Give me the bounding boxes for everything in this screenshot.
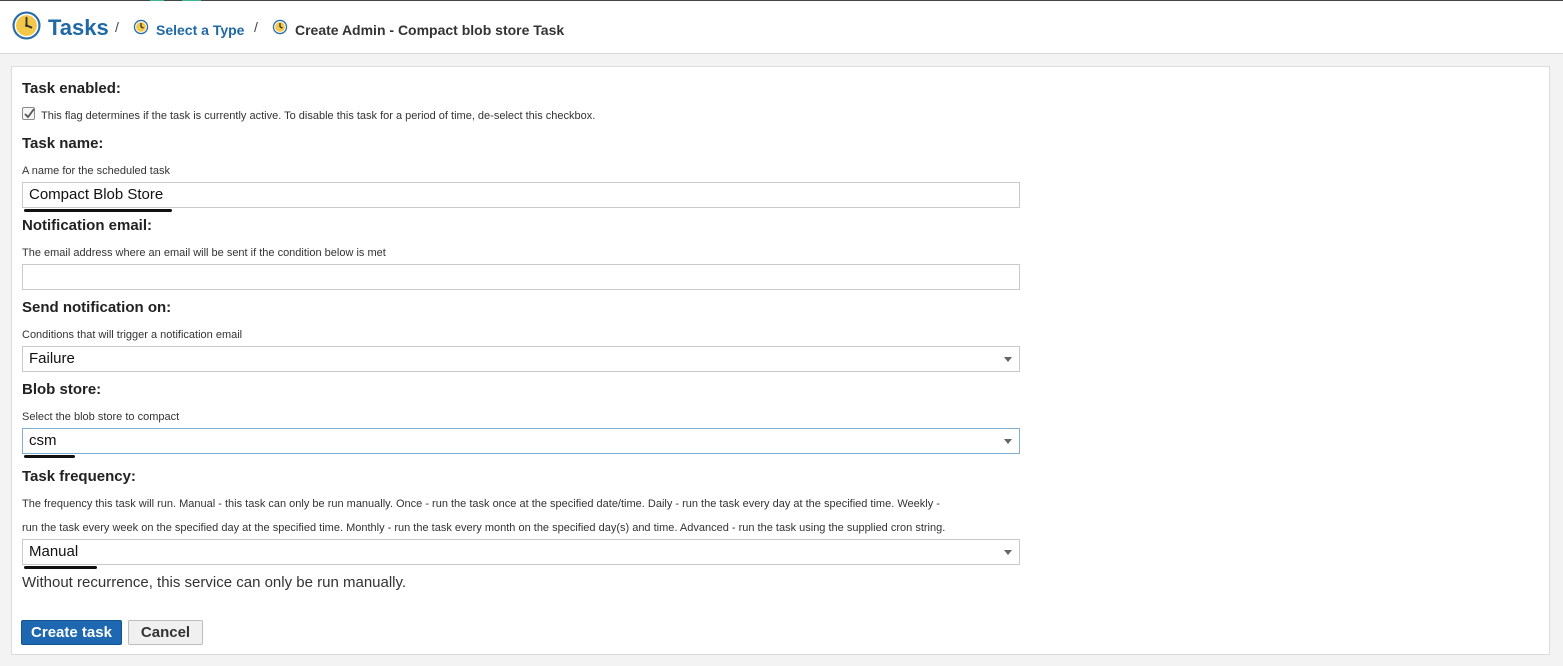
- notification-email-label: Notification email:: [22, 217, 153, 234]
- breadcrumb-root[interactable]: Tasks: [11, 10, 109, 46]
- blob-store-select[interactable]: csm: [22, 428, 1020, 454]
- breadcrumb-current: Create Admin - Compact blob store Task: [272, 19, 564, 40]
- blob-store-label: Blob store:: [22, 381, 102, 398]
- notification-email-input[interactable]: [22, 264, 1020, 290]
- task-name-label: Task name:: [22, 135, 104, 152]
- task-enabled-help: This flag determines if the task is curr…: [41, 110, 596, 122]
- clock-icon: [272, 19, 288, 40]
- notification-email-help: The email address where an email will be…: [22, 247, 386, 259]
- clock-icon: [133, 19, 149, 40]
- page-title[interactable]: Tasks: [48, 15, 109, 41]
- send-notification-label: Send notification on:: [22, 299, 172, 316]
- task-enabled-label: Task enabled:: [22, 80, 121, 97]
- chevron-down-icon: [1004, 550, 1012, 555]
- chevron-down-icon: [1004, 439, 1012, 444]
- recurrence-note: Without recurrence, this service can onl…: [22, 574, 407, 591]
- send-notification-help: Conditions that will trigger a notificat…: [22, 329, 243, 341]
- header-bar: Tasks / Select a Type / Create Admin - C…: [0, 1, 1563, 54]
- breadcrumb-current-label: Create Admin - Compact blob store Task: [295, 21, 565, 38]
- task-enabled-checkbox[interactable]: [22, 107, 35, 120]
- clock-icon: [11, 10, 42, 46]
- task-frequency-value: Manual: [29, 543, 79, 560]
- task-frequency-help-line2: run the task every week on the specified…: [22, 522, 946, 534]
- chevron-down-icon: [1004, 357, 1012, 362]
- cancel-button[interactable]: Cancel: [128, 620, 203, 645]
- checkmark-icon: [24, 108, 35, 119]
- create-task-button[interactable]: Create task: [21, 620, 122, 645]
- annotation-underline: [24, 566, 97, 569]
- breadcrumb-select-type-label[interactable]: Select a Type: [156, 22, 244, 38]
- send-notification-select[interactable]: Failure: [22, 346, 1020, 372]
- breadcrumb-separator: /: [254, 19, 258, 35]
- task-frequency-label: Task frequency:: [22, 468, 136, 485]
- annotation-underline: [24, 455, 75, 458]
- task-frequency-select[interactable]: Manual: [22, 539, 1020, 565]
- breadcrumb-select-type[interactable]: Select a Type: [133, 19, 244, 40]
- send-notification-value: Failure: [29, 350, 75, 367]
- breadcrumb-separator: /: [115, 19, 119, 35]
- task-frequency-help-line1: The frequency this task will run. Manual…: [22, 498, 940, 510]
- blob-store-help: Select the blob store to compact: [22, 411, 180, 423]
- annotation-underline: [24, 209, 172, 212]
- blob-store-value: csm: [29, 432, 57, 449]
- task-name-input[interactable]: Compact Blob Store: [22, 182, 1020, 208]
- task-name-help: A name for the scheduled task: [22, 165, 170, 177]
